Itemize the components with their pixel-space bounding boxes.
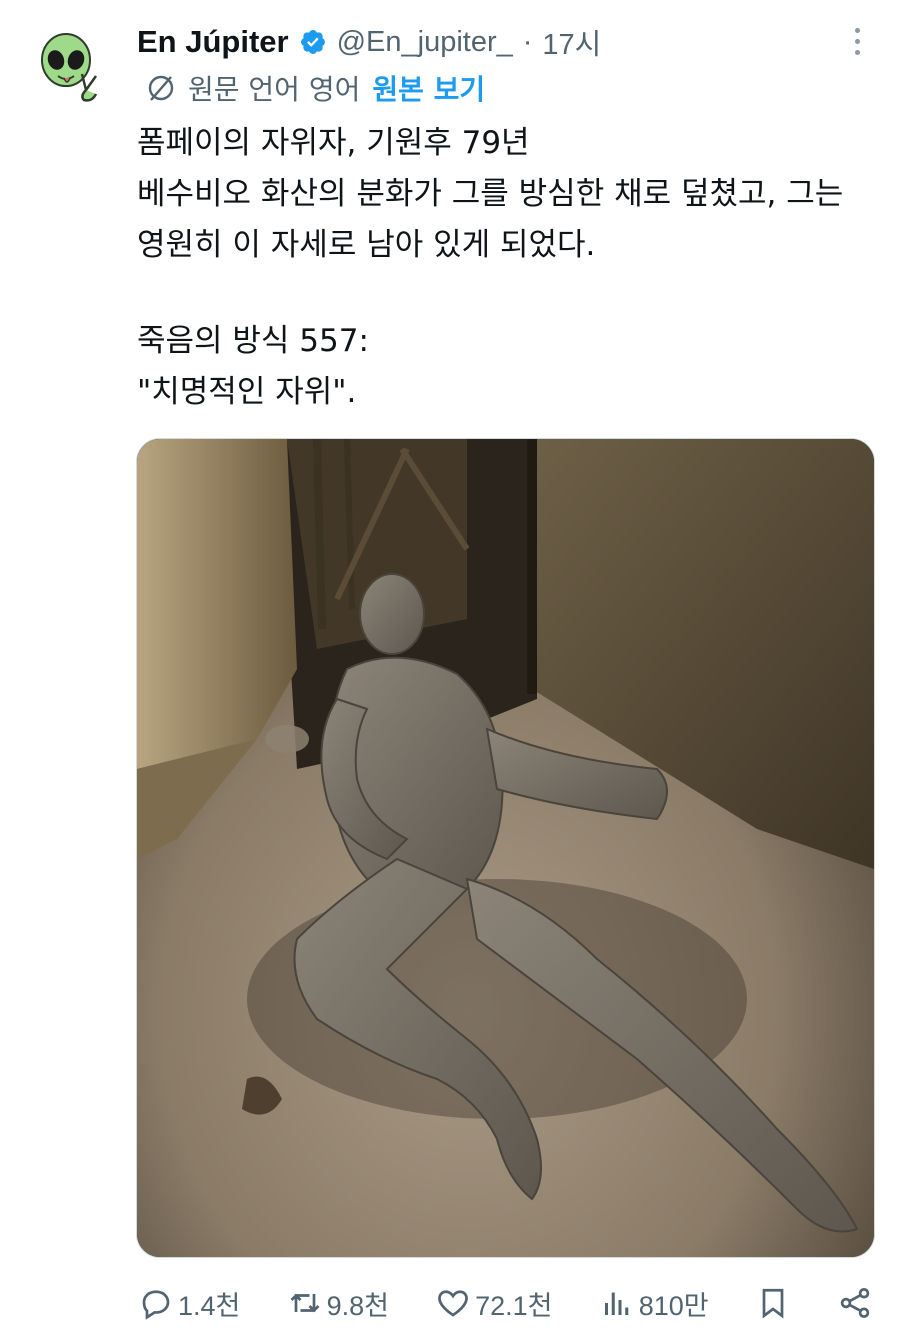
reply-button[interactable]: 1.4천 [138,1284,240,1323]
more-options-icon[interactable] [852,28,862,58]
tweet-header: En Júpiter @En_jupiter_ · 17시 [137,20,830,64]
tweet-text-line: 베수비오 화산의 분화가 그를 방심한 채로 덮쳤고, 그는 [137,176,844,212]
tweet-time[interactable]: 17시 [542,21,601,63]
verified-badge-icon [300,30,325,54]
like-count: 72.1천 [475,1290,553,1321]
tweet-text-line: 폼페이의 자위자, 기원후 79년 [137,125,530,161]
meta-separator: · [522,25,533,58]
share-icon [840,1288,870,1318]
source-language-label: 원문 언어 영어 [188,73,361,106]
tweet-text-line: "치명적인 자위". [137,374,357,410]
show-original-link[interactable]: 원본 보기 [372,68,485,108]
user-handle[interactable]: @En_jupiter_ [337,26,513,59]
retweet-icon [290,1293,320,1313]
heart-icon [438,1290,468,1317]
avatar[interactable] [36,30,108,102]
bookmark-button[interactable] [755,1285,791,1321]
reply-icon [142,1290,170,1320]
tweet-text-line: 죽음의 방식 557: [137,323,369,359]
translation-row: 원문 언어 영어 원본 보기 [146,66,485,110]
views-button[interactable]: 810만 [599,1284,709,1323]
tweet-text-line: 영원히 이 자세로 남아 있게 되었다. [137,227,596,263]
action-bar: 1.4천 9.8천 72.1천 810만 [138,1278,873,1328]
view-count: 810만 [638,1290,709,1321]
like-button[interactable]: 72.1천 [435,1284,553,1323]
retweet-button[interactable]: 9.8천 [287,1284,389,1323]
share-button[interactable] [837,1285,873,1321]
tweet-media-image[interactable] [136,438,875,1258]
bookmark-icon [762,1288,784,1319]
translate-icon [148,75,174,101]
tweet-text: 폼페이의 자위자, 기원후 79년 베수비오 화산의 분화가 그를 방심한 채로… [137,118,877,418]
views-chart-icon [604,1292,628,1315]
retweet-count: 9.8천 [326,1290,389,1321]
reply-count: 1.4천 [178,1290,241,1321]
display-name[interactable]: En Júpiter [137,24,289,60]
